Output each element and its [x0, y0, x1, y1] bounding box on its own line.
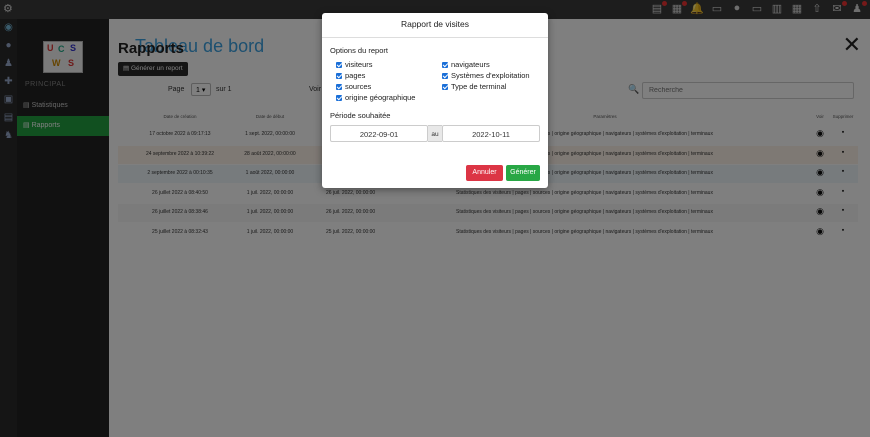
- checkbox-icon: [336, 95, 342, 101]
- checkbox-icon: [442, 62, 448, 68]
- divider: [322, 37, 548, 38]
- checkbox-icon: [442, 84, 448, 90]
- checkbox-icon: [442, 73, 448, 79]
- checkbox-navigateurs[interactable]: navigateurs: [442, 60, 490, 70]
- checkbox-terminal[interactable]: Type de terminal: [442, 82, 506, 92]
- generate-button[interactable]: Générer: [506, 165, 540, 181]
- checkbox-visiteurs[interactable]: visiteurs: [336, 60, 373, 70]
- checkbox-pages[interactable]: pages: [336, 71, 365, 81]
- cancel-button[interactable]: Annuler: [466, 165, 503, 181]
- checkbox-sources[interactable]: sources: [336, 82, 371, 92]
- checkbox-icon: [336, 73, 342, 79]
- period-title: Période souhaitée: [330, 111, 391, 120]
- report-modal: Rapport de visites Options du report vis…: [322, 13, 548, 188]
- options-title: Options du report: [330, 46, 388, 55]
- date-separator: au: [428, 125, 442, 142]
- date-to-input[interactable]: 2022-10-11: [442, 125, 540, 142]
- checkbox-icon: [336, 84, 342, 90]
- modal-title: Rapport de visites: [400, 19, 470, 29]
- checkbox-origine[interactable]: origine géographique: [336, 93, 415, 103]
- checkbox-icon: [336, 62, 342, 68]
- checkbox-systemes[interactable]: Systèmes d'exploitation: [442, 71, 530, 81]
- date-from-input[interactable]: 2022-09-01: [330, 125, 428, 142]
